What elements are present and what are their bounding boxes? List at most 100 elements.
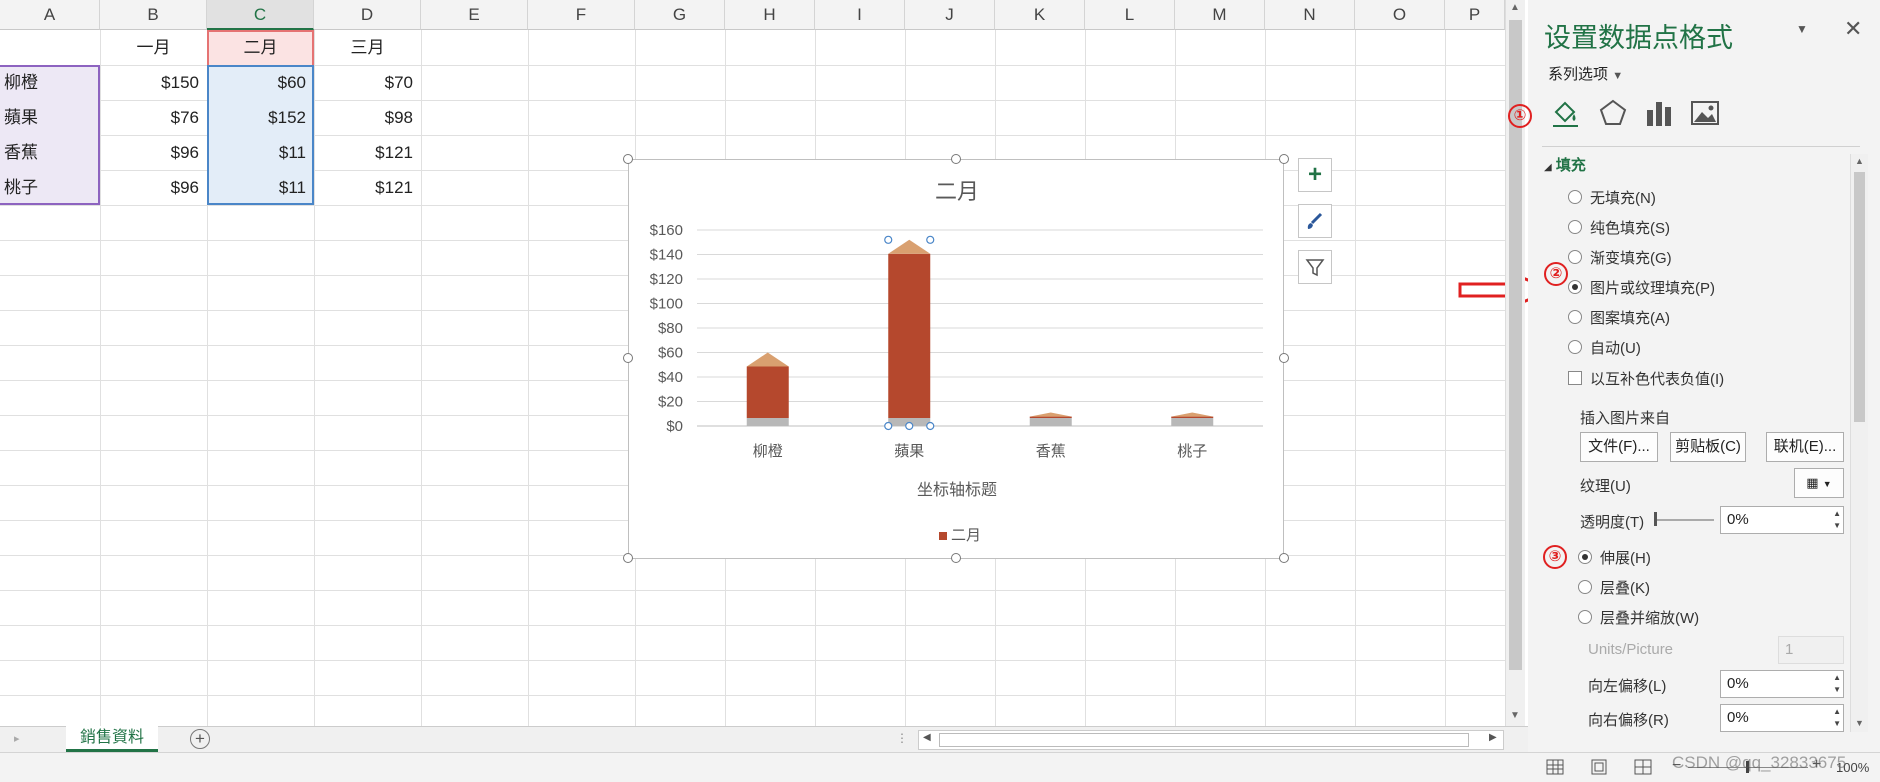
col-header-p[interactable]: P — [1445, 0, 1505, 30]
chart-filters-button[interactable] — [1298, 250, 1332, 284]
scroll-up-icon[interactable]: ▲ — [1855, 156, 1864, 166]
chart-resize-handle[interactable] — [623, 553, 633, 563]
chart[interactable]: 二月 $160 $140 $120 $100 $80 $60 $40 $20 $0 柳橙 蘋果 香蕉 桃… — [628, 159, 1284, 559]
point-handle[interactable] — [905, 421, 914, 431]
cell-c2[interactable]: $60 — [207, 65, 314, 100]
col-header-i[interactable]: I — [815, 0, 905, 30]
cell-d4[interactable]: $121 — [314, 135, 421, 170]
cell-a5[interactable]: 桃子 — [4, 170, 100, 205]
chart-resize-handle[interactable] — [1279, 353, 1289, 363]
sheet-tab-sales[interactable]: 銷售資料 — [66, 726, 158, 752]
cell-b1[interactable]: 一月 — [100, 30, 207, 65]
spin-up-icon[interactable]: ▲ — [1833, 673, 1841, 682]
radio-auto-fill[interactable] — [1568, 340, 1582, 354]
chart-resize-handle[interactable] — [951, 553, 961, 563]
cell-b5[interactable]: $96 — [100, 170, 207, 205]
chart-resize-handle[interactable] — [951, 154, 961, 164]
scroll-right-icon[interactable]: ▶ — [1489, 732, 1497, 743]
cell-b2[interactable]: $150 — [100, 65, 207, 100]
cell-a3[interactable]: 蘋果 — [4, 100, 100, 135]
bar[interactable] — [1029, 412, 1072, 426]
scroll-thumb[interactable] — [1854, 172, 1865, 422]
tab-series-options[interactable] — [1642, 96, 1676, 130]
chart-styles-button[interactable] — [1298, 204, 1332, 238]
scroll-thumb[interactable] — [939, 733, 1469, 747]
radio-solid-fill[interactable] — [1568, 220, 1582, 234]
col-header-h[interactable]: H — [725, 0, 815, 30]
pane-options-icon[interactable]: ▼ — [1796, 22, 1808, 36]
col-header-o[interactable]: O — [1355, 0, 1445, 30]
chart-resize-handle[interactable] — [1279, 553, 1289, 563]
radio-pattern-fill[interactable] — [1568, 310, 1582, 324]
spin-down-icon[interactable]: ▼ — [1833, 685, 1841, 694]
transparency-slider-thumb[interactable] — [1654, 512, 1657, 526]
col-header-n[interactable]: N — [1265, 0, 1355, 30]
col-header-m[interactable]: M — [1175, 0, 1265, 30]
radio-picture-fill[interactable] — [1568, 280, 1582, 294]
scroll-left-icon[interactable]: ◀ — [923, 732, 931, 743]
cell-d3[interactable]: $98 — [314, 100, 421, 135]
cell-c4[interactable]: $11 — [207, 135, 314, 170]
scroll-sheets-icon[interactable]: ▸ — [14, 732, 20, 745]
bar[interactable] — [1171, 412, 1214, 426]
cell-c1[interactable]: 二月 — [207, 30, 314, 65]
col-header-j[interactable]: J — [905, 0, 995, 30]
pane-scrollbar[interactable]: ▲ ▼ — [1850, 154, 1868, 732]
online-button[interactable]: 联机(E)... — [1766, 432, 1844, 462]
point-handle[interactable] — [884, 421, 893, 431]
chart-resize-handle[interactable] — [623, 353, 633, 363]
tab-fill-line[interactable] — [1548, 96, 1582, 130]
chart-resize-handle[interactable] — [1279, 154, 1289, 164]
radio-tile[interactable] — [1578, 580, 1592, 594]
section-fill-header[interactable]: ◢ 填充 — [1544, 154, 1586, 175]
scroll-down-icon[interactable]: ▼ — [1510, 710, 1520, 721]
point-handle[interactable] — [884, 235, 893, 244]
col-header-g[interactable]: G — [635, 0, 725, 30]
units-field[interactable]: 1 — [1778, 636, 1844, 664]
col-header-c[interactable]: C — [207, 0, 314, 30]
cell-a4[interactable]: 香蕉 — [4, 135, 100, 170]
tab-picture[interactable] — [1688, 96, 1722, 130]
spin-up-icon[interactable]: ▲ — [1833, 509, 1841, 518]
cell-c3[interactable]: $152 — [207, 100, 314, 135]
radio-gradient-fill[interactable] — [1568, 250, 1582, 264]
transparency-slider[interactable] — [1654, 519, 1714, 521]
col-header-k[interactable]: K — [995, 0, 1085, 30]
page-layout-icon[interactable] — [1590, 759, 1608, 775]
series-options-dropdown[interactable]: 系列选项 ▼ — [1548, 63, 1623, 84]
chart-resize-handle[interactable] — [623, 154, 633, 164]
col-header-l[interactable]: L — [1085, 0, 1175, 30]
bar[interactable] — [888, 239, 931, 426]
spin-down-icon[interactable]: ▼ — [1833, 719, 1841, 728]
tab-effects[interactable] — [1596, 96, 1630, 130]
normal-view-icon[interactable] — [1546, 759, 1564, 775]
cell-a2[interactable]: 柳橙 — [4, 65, 100, 100]
close-icon[interactable]: ✕ — [1844, 16, 1862, 42]
scroll-up-icon[interactable]: ▲ — [1510, 2, 1520, 13]
point-handle[interactable] — [926, 235, 935, 244]
col-header-d[interactable]: D — [314, 0, 421, 30]
col-header-f[interactable]: F — [528, 0, 635, 30]
spin-down-icon[interactable]: ▼ — [1833, 521, 1841, 530]
legend[interactable]: 二月 — [939, 524, 981, 545]
split-handle-icon[interactable]: ⋮ — [896, 731, 908, 745]
offset-left-field[interactable]: 0% ▲ ▼ — [1720, 670, 1844, 698]
spin-up-icon[interactable]: ▲ — [1833, 707, 1841, 716]
x-axis-title[interactable]: 坐标轴标题 — [629, 476, 1285, 500]
bar[interactable] — [746, 352, 789, 427]
radio-no-fill[interactable] — [1568, 190, 1582, 204]
scroll-down-icon[interactable]: ▼ — [1855, 718, 1864, 728]
checkbox-invert[interactable] — [1568, 371, 1582, 385]
horizontal-scrollbar[interactable]: ◀ ▶ — [918, 730, 1504, 750]
cell-b4[interactable]: $96 — [100, 135, 207, 170]
cell-b3[interactable]: $76 — [100, 100, 207, 135]
col-header-a[interactable]: A — [0, 0, 100, 30]
cell-d2[interactable]: $70 — [314, 65, 421, 100]
point-handle[interactable] — [926, 421, 935, 431]
cell-d1[interactable]: 三月 — [314, 30, 421, 65]
clipboard-button[interactable]: 剪贴板(C) — [1670, 432, 1746, 462]
offset-right-field[interactable]: 0% ▲ ▼ — [1720, 704, 1844, 732]
col-header-e[interactable]: E — [421, 0, 528, 30]
col-header-b[interactable]: B — [100, 0, 207, 30]
radio-stack-scale[interactable] — [1578, 610, 1592, 624]
